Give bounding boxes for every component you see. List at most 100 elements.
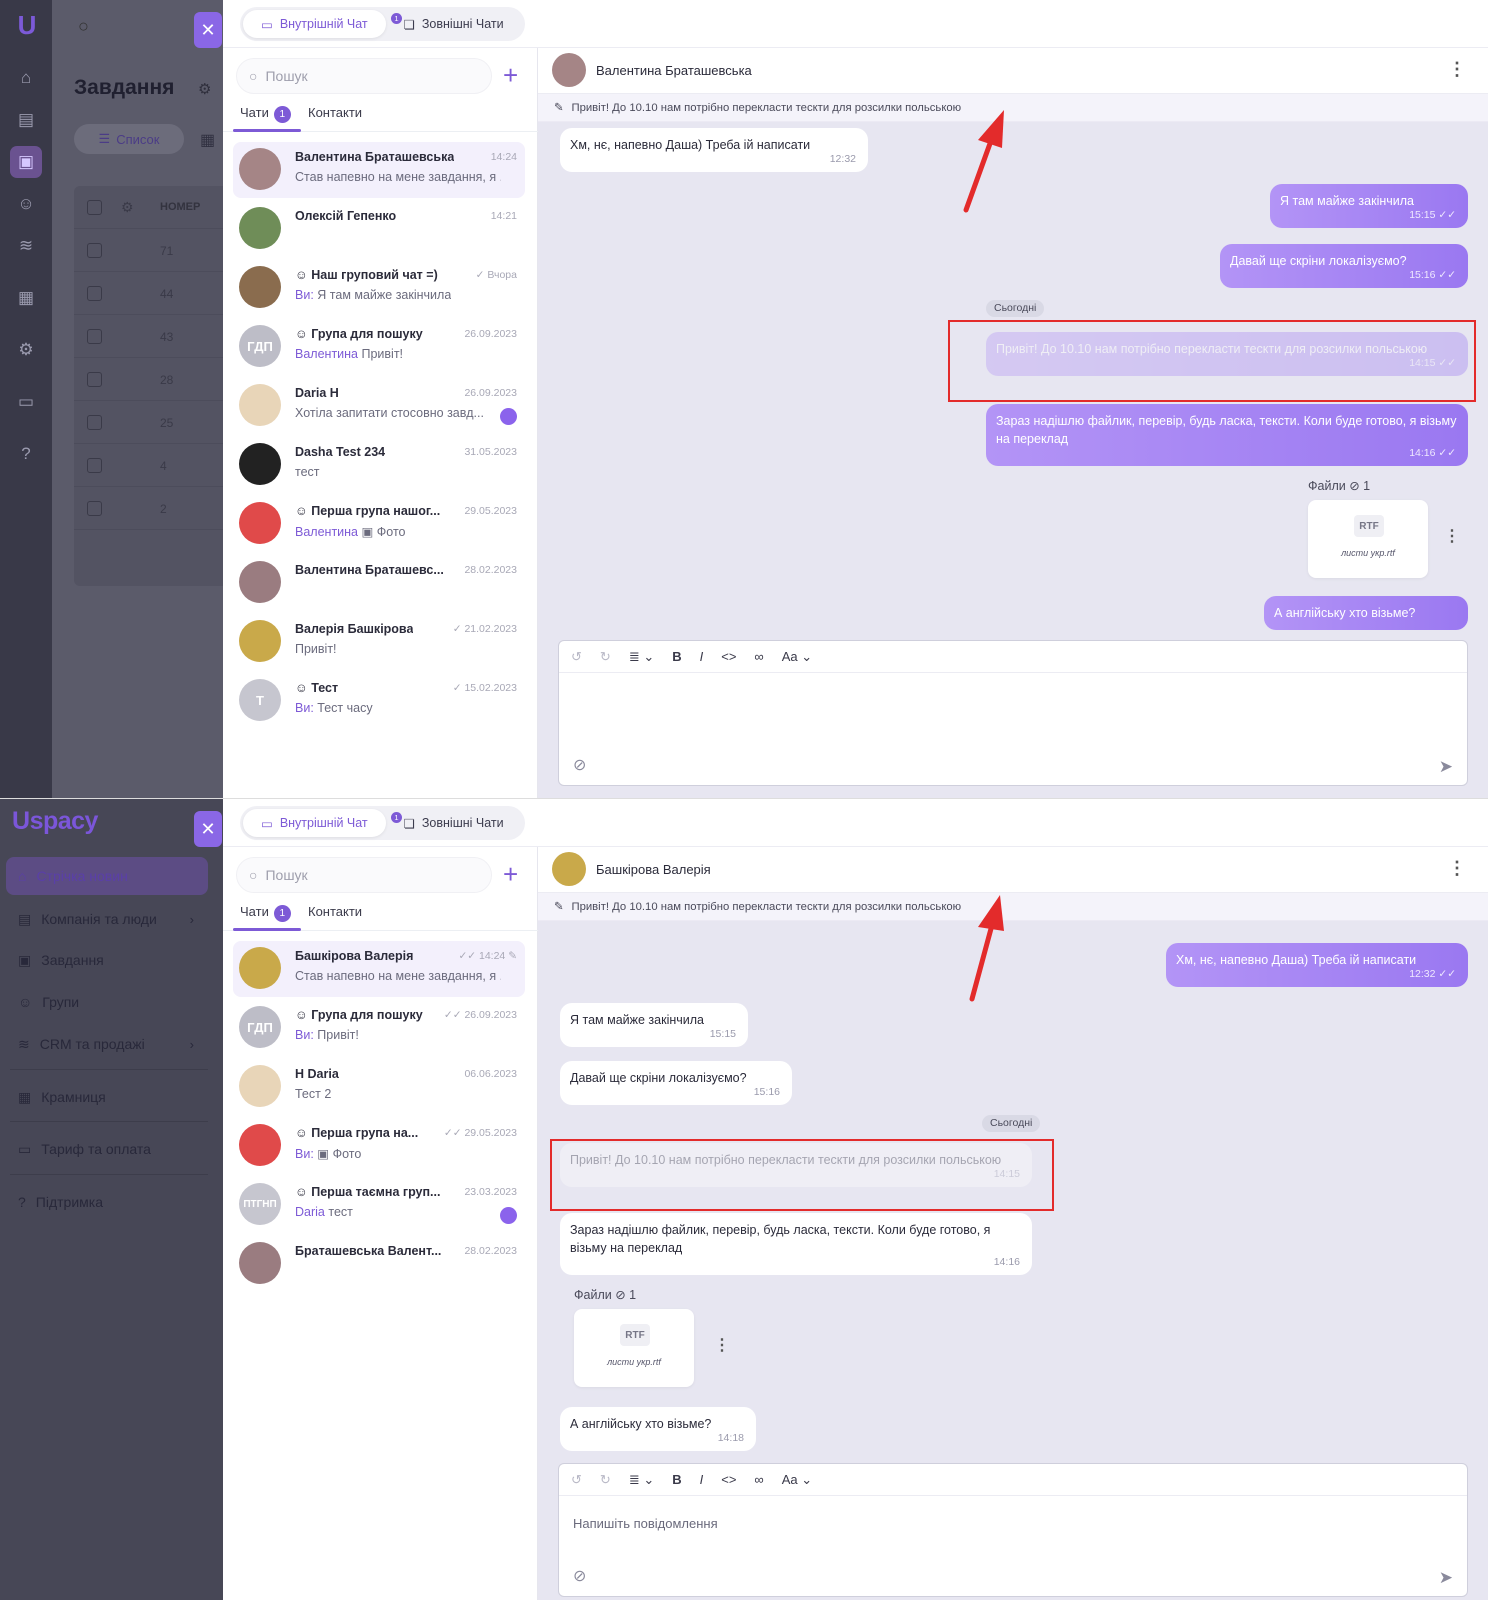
more-vertical-icon[interactable]: ⋮ bbox=[1448, 858, 1466, 879]
sidebar-item-support[interactable]: ? Підтримка bbox=[6, 1183, 208, 1221]
list-item[interactable]: Браташевська Валент... 28.02.2023 bbox=[233, 1236, 525, 1292]
sidebar-item-news[interactable]: ⌂ Стрічка новин bbox=[6, 857, 208, 895]
redo-icon[interactable]: ↻ bbox=[600, 1472, 611, 1488]
logo-icon[interactable]: U bbox=[10, 8, 44, 42]
message-outgoing[interactable]: Зараз надішлю файлик, перевір, будь ласк… bbox=[986, 404, 1468, 466]
row-checkbox[interactable] bbox=[87, 501, 102, 516]
italic-icon[interactable]: I bbox=[700, 1472, 704, 1487]
attach-icon[interactable]: ⊘ bbox=[573, 755, 586, 775]
file-more-icon[interactable]: ⋮ bbox=[714, 1335, 730, 1355]
tab-internal-chat[interactable]: ▭ Внутрішній Чат 1 bbox=[243, 10, 402, 38]
align-icon[interactable]: ≣ ⌄ bbox=[629, 649, 654, 665]
table-row[interactable]: 43 bbox=[74, 315, 223, 358]
message-outgoing[interactable]: Я там майже закінчила 15:15 ✓✓ bbox=[1270, 184, 1468, 228]
send-icon[interactable]: ➤ bbox=[1439, 1568, 1453, 1588]
wallet-icon[interactable]: ▭ bbox=[10, 386, 42, 418]
message-incoming[interactable]: А англійську хто візьме? 14:18 bbox=[560, 1407, 756, 1451]
search-icon[interactable]: ○ bbox=[78, 16, 89, 37]
sidebar-item-store[interactable]: ▦ Крамниця bbox=[6, 1078, 208, 1116]
sidebar-item-tasks[interactable]: ▣ Завдання bbox=[6, 941, 208, 979]
store-icon[interactable]: ▦ bbox=[10, 282, 42, 314]
new-chat-button[interactable]: + bbox=[503, 60, 518, 90]
message-incoming[interactable]: Хм, нє, напевно Даша) Треба ій написати 1… bbox=[560, 128, 868, 172]
list-item[interactable]: Валентина Браташевська 14:24 Став напевно … bbox=[233, 142, 525, 198]
tab-contacts[interactable]: Контакти bbox=[308, 904, 362, 919]
message-input[interactable]: Напишіть повідомлення bbox=[573, 1516, 718, 1531]
support-icon[interactable]: ? bbox=[10, 438, 42, 470]
redo-icon[interactable]: ↻ bbox=[600, 649, 611, 665]
tab-external-chats[interactable]: ❏ Зовнішні Чати bbox=[386, 809, 522, 837]
row-checkbox[interactable] bbox=[87, 243, 102, 258]
search-input[interactable]: ○ Пошук bbox=[236, 58, 492, 94]
list-item[interactable]: Валентина Браташевс... 28.02.2023 bbox=[233, 555, 525, 611]
row-checkbox[interactable] bbox=[87, 458, 102, 473]
close-chat-button[interactable]: ✕ bbox=[194, 12, 222, 48]
tasks-icon[interactable]: ▣ bbox=[10, 146, 42, 178]
font-size-icon[interactable]: Aa ⌄ bbox=[782, 649, 812, 665]
list-item[interactable]: ☺ Наш груповий чат =) ✓ Вчора Ви: Я там ма… bbox=[233, 260, 525, 316]
list-item[interactable]: Валерія Башкірова ✓ 21.02.2023 Привіт! bbox=[233, 614, 525, 670]
search-input[interactable]: ○ Пошук bbox=[236, 857, 492, 893]
list-item[interactable]: Dasha Test 234 31.05.2023 тест bbox=[233, 437, 525, 493]
list-item[interactable]: ГДП ☺ Група для пошуку 26.09.2023 Валентина… bbox=[233, 319, 525, 375]
table-row[interactable]: 4 bbox=[74, 444, 223, 487]
list-item[interactable]: Олексій Гепенко 14:21 bbox=[233, 201, 525, 257]
avatar[interactable] bbox=[552, 53, 586, 87]
tab-chats[interactable]: Чати 1 bbox=[240, 904, 291, 922]
send-icon[interactable]: ➤ bbox=[1439, 757, 1453, 777]
link-icon[interactable]: ∞ bbox=[754, 1472, 763, 1487]
row-checkbox[interactable] bbox=[87, 286, 102, 301]
grid-view-icon[interactable]: ▦ bbox=[200, 130, 215, 150]
select-all-checkbox[interactable] bbox=[87, 200, 102, 215]
table-row[interactable]: 71 bbox=[74, 229, 223, 272]
code-icon[interactable]: <> bbox=[721, 649, 736, 664]
code-icon[interactable]: <> bbox=[721, 1472, 736, 1487]
table-row[interactable]: 44 bbox=[74, 272, 223, 315]
gear-icon[interactable]: ⚙ bbox=[198, 80, 211, 98]
tab-chats[interactable]: Чати 1 bbox=[240, 105, 291, 123]
row-checkbox[interactable] bbox=[87, 329, 102, 344]
new-chat-button[interactable]: + bbox=[503, 859, 518, 889]
bold-icon[interactable]: B bbox=[672, 1472, 681, 1487]
message-outgoing[interactable]: Хм, нє, напевно Даша) Треба ій написати 1… bbox=[1166, 943, 1468, 987]
sidebar-item-groups[interactable]: ☺ Групи bbox=[6, 983, 208, 1021]
sidebar-item-company[interactable]: ▤ Компанія та люди › bbox=[6, 900, 208, 938]
table-row[interactable]: 25 bbox=[74, 401, 223, 444]
settings-icon[interactable]: ⚙ bbox=[10, 334, 42, 366]
undo-icon[interactable]: ↺ bbox=[571, 649, 582, 665]
list-view-button[interactable]: ☰ Список bbox=[74, 124, 184, 154]
table-row[interactable]: 2 bbox=[74, 487, 223, 530]
sidebar-item-crm[interactable]: ≋ CRM та продажі › bbox=[6, 1025, 208, 1063]
tab-contacts[interactable]: Контакти bbox=[308, 105, 362, 120]
app-logo[interactable]: Uspacy bbox=[12, 807, 98, 836]
file-more-icon[interactable]: ⋮ bbox=[1444, 526, 1460, 546]
sidebar-item-billing[interactable]: ▭ Тариф та оплата bbox=[6, 1130, 208, 1168]
list-item[interactable]: Башкірова Валерія ✓✓ 14:24 ✎ Став напевно … bbox=[233, 941, 525, 997]
list-item[interactable]: ПТГНП ☺ Перша таємна груп... 23.03.2023 Dar… bbox=[233, 1177, 525, 1233]
tab-internal-chat[interactable]: ▭ Внутрішній Чат 1 bbox=[243, 809, 402, 837]
people-icon[interactable]: ☺ bbox=[10, 188, 42, 220]
align-icon[interactable]: ≣ ⌄ bbox=[629, 1472, 654, 1488]
italic-icon[interactable]: I bbox=[700, 649, 704, 664]
message-incoming[interactable]: Я там майже закінчила 15:15 bbox=[560, 1003, 748, 1047]
row-checkbox[interactable] bbox=[87, 372, 102, 387]
close-chat-button[interactable]: ✕ bbox=[194, 811, 222, 847]
link-icon[interactable]: ∞ bbox=[754, 649, 763, 664]
file-attachment[interactable]: RTF листи укр.rtf bbox=[574, 1309, 694, 1387]
row-checkbox[interactable] bbox=[87, 415, 102, 430]
crm-icon[interactable]: ≋ bbox=[10, 230, 42, 262]
attach-icon[interactable]: ⊘ bbox=[573, 1566, 586, 1586]
gear-icon[interactable]: ⚙ bbox=[121, 199, 134, 216]
message-incoming[interactable]: Давай ще скріни локалізуємо? 15:16 bbox=[560, 1061, 792, 1105]
tab-external-chats[interactable]: ❏ Зовнішні Чати bbox=[386, 10, 522, 38]
file-attachment[interactable]: RTF листи укр.rtf bbox=[1308, 500, 1428, 578]
home-icon[interactable]: ⌂ bbox=[10, 62, 42, 94]
undo-icon[interactable]: ↺ bbox=[571, 1472, 582, 1488]
avatar[interactable] bbox=[552, 852, 586, 886]
message-outgoing[interactable]: А англійську хто візьме? bbox=[1264, 596, 1468, 630]
table-row[interactable]: 28 bbox=[74, 358, 223, 401]
list-item[interactable]: H Daria 06.06.2023 Тест 2 bbox=[233, 1059, 525, 1115]
list-item[interactable]: Т ☺ Тест ✓ 15.02.2023 Ви: Тест часу bbox=[233, 673, 525, 729]
list-item[interactable]: Daria H 26.09.2023 Хотіла запитати стосовн… bbox=[233, 378, 525, 434]
company-icon[interactable]: ▤ bbox=[10, 104, 42, 136]
